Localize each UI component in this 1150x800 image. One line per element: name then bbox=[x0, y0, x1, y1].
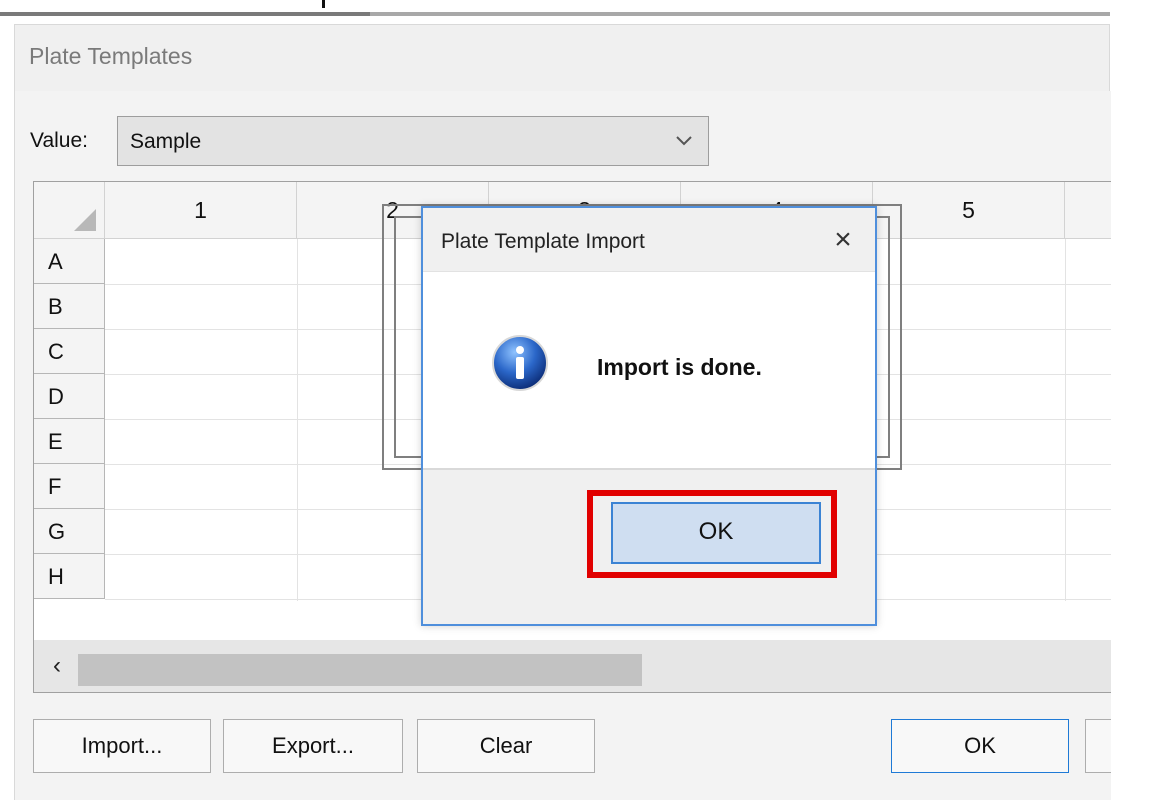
row-header-c[interactable]: C bbox=[34, 329, 105, 374]
row-header-g[interactable]: G bbox=[34, 509, 105, 554]
close-icon[interactable]: × bbox=[829, 225, 857, 255]
horizontal-scrollbar[interactable]: ‹ bbox=[34, 640, 1111, 692]
top-separator-accent bbox=[0, 12, 370, 16]
main-ok-button-label: OK bbox=[964, 733, 996, 758]
dialog-message: Import is done. bbox=[597, 354, 762, 380]
clear-button[interactable]: Clear bbox=[417, 719, 595, 773]
window-title: Plate Templates bbox=[29, 43, 193, 69]
import-button[interactable]: Import... bbox=[33, 719, 211, 773]
row-header-h[interactable]: H bbox=[34, 554, 105, 599]
row-header-f[interactable]: F bbox=[34, 464, 105, 509]
grid-column-line bbox=[297, 239, 298, 601]
scroll-left-arrow-icon[interactable]: ‹ bbox=[40, 650, 74, 684]
information-icon bbox=[492, 335, 548, 391]
export-button[interactable]: Export... bbox=[223, 719, 403, 773]
grid-column-line bbox=[1065, 239, 1066, 601]
dialog-header: Plate Template Import × bbox=[423, 208, 875, 272]
grid-corner[interactable] bbox=[34, 182, 105, 239]
dialog-title: Plate Template Import bbox=[441, 230, 645, 253]
cancel-button-partial[interactable] bbox=[1085, 719, 1111, 773]
value-dropdown-text: Sample bbox=[130, 130, 202, 153]
clear-button-label: Clear bbox=[479, 733, 533, 758]
top-strip bbox=[0, 0, 1110, 20]
import-complete-dialog: Plate Template Import × Import is done. … bbox=[421, 206, 877, 626]
row-header-e[interactable]: E bbox=[34, 419, 105, 464]
import-button-label: Import... bbox=[81, 733, 163, 758]
row-header-b[interactable]: B bbox=[34, 284, 105, 329]
value-dropdown[interactable]: Sample bbox=[117, 116, 709, 166]
chevron-down-icon bbox=[676, 136, 692, 146]
main-ok-button[interactable]: OK bbox=[891, 719, 1069, 773]
row-header-a[interactable]: A bbox=[34, 239, 105, 284]
top-divider-tick bbox=[322, 0, 325, 8]
highlight-annotation bbox=[587, 490, 837, 578]
value-label: Value: bbox=[30, 129, 88, 152]
row-header-d[interactable]: D bbox=[34, 374, 105, 419]
column-header-1[interactable]: 1 bbox=[105, 182, 297, 239]
scrollbar-thumb[interactable] bbox=[78, 654, 642, 686]
export-button-label: Export... bbox=[272, 733, 354, 758]
select-all-triangle-icon bbox=[74, 209, 96, 231]
